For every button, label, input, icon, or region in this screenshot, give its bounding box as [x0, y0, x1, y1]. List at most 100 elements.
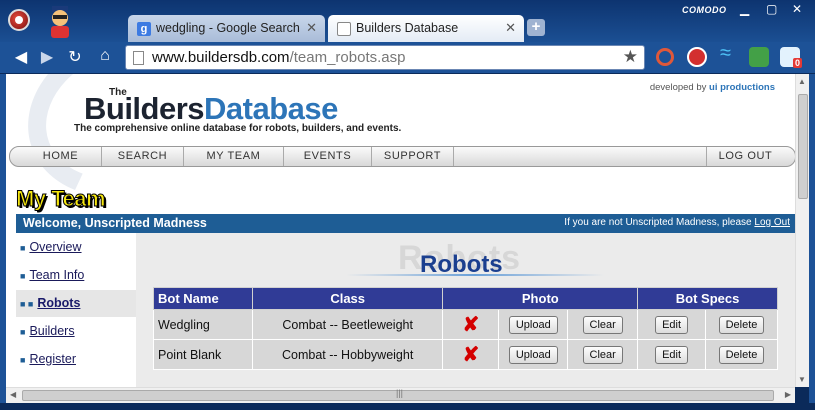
clear-button[interactable]: Clear — [582, 315, 623, 334]
window-frame-bottom — [0, 403, 815, 410]
scroll-up-icon[interactable]: ▲ — [798, 77, 806, 86]
scroll-grip-icon: ||| — [396, 388, 404, 398]
window-frame-right — [809, 74, 815, 403]
no-photo-x-icon: ✘ — [462, 343, 480, 366]
edit-button[interactable]: Edit — [655, 315, 689, 334]
url-text[interactable]: www.buildersdb.com/team_robots.asp — [152, 49, 405, 66]
delete-button[interactable]: Delete — [718, 345, 765, 364]
tab-builders-database[interactable]: Builders Database ✕ — [328, 15, 524, 42]
horizontal-scrollbar[interactable]: ◀ ||| ▶ — [6, 387, 795, 403]
photo-missing-cell: ✘ — [442, 339, 500, 370]
bullet-icon: ■ — [20, 355, 26, 365]
table-row: Point Blank Combat -- Hobbyweight ✘ Uplo… — [153, 339, 778, 370]
address-bar[interactable]: www.buildersdb.com/team_robots.asp ★ — [125, 45, 645, 70]
bullet-icon: ■ ■ — [20, 299, 34, 309]
close-tab-icon[interactable]: ✕ — [306, 20, 317, 36]
delete-cell: Delete — [705, 339, 778, 370]
sidebar-item-register[interactable]: ■ Register — [16, 346, 136, 373]
upload-button[interactable]: Upload — [508, 315, 558, 334]
photo-missing-cell: ✘ — [442, 309, 500, 340]
extension-grid-icon[interactable] — [749, 47, 769, 67]
nav-my-team[interactable]: MY TEAM — [184, 147, 284, 166]
nav-log-out[interactable]: LOG OUT — [706, 147, 784, 166]
clear-cell: Clear — [567, 339, 639, 370]
close-tab-icon[interactable]: ✕ — [505, 20, 516, 36]
column-header-bot-name: Bot Name — [153, 287, 253, 310]
developer-credit: developed by ui productions — [649, 82, 775, 93]
vertical-scroll-thumb[interactable] — [798, 94, 808, 199]
upload-cell: Upload — [498, 309, 569, 340]
horizontal-scroll-thumb[interactable]: ||| — [22, 388, 774, 401]
site-tagline: The comprehensive online database for ro… — [74, 123, 402, 134]
nav-support[interactable]: SUPPORT — [372, 147, 454, 166]
google-favicon-icon: g — [137, 22, 151, 36]
tab-title: wedgling - Google Search — [156, 21, 300, 35]
edit-cell: Edit — [637, 339, 707, 370]
welcome-text: Welcome, Unscripted Madness — [23, 216, 207, 230]
sidebar-item-builders[interactable]: ■ Builders — [16, 318, 136, 345]
page-favicon-icon — [337, 22, 351, 36]
edit-button[interactable]: Edit — [655, 345, 689, 364]
column-header-photo: Photo — [442, 287, 639, 310]
heading-underline — [346, 274, 604, 276]
minimize-icon[interactable]: ▁ — [740, 2, 749, 16]
sidebar-item-team-info[interactable]: ■ Team Info — [16, 262, 136, 289]
page-viewport: The BuildersDatabase The comprehensive o… — [6, 74, 795, 387]
sidebar-item-robots[interactable]: ■ ■ Robots — [16, 290, 136, 317]
home-icon[interactable]: ⌂ — [94, 47, 116, 65]
extension-badge: 0 — [793, 58, 803, 68]
column-header-bot-specs: Bot Specs — [637, 287, 778, 310]
nav-home[interactable]: HOME — [20, 147, 102, 166]
no-photo-x-icon: ✘ — [462, 313, 480, 336]
forward-arrow-icon[interactable]: ▶ — [36, 47, 58, 67]
delete-cell: Delete — [705, 309, 778, 340]
extension-ring-icon[interactable] — [656, 48, 674, 66]
maximize-icon[interactable]: ▢ — [766, 2, 777, 16]
table-header-row: Bot Name Class Photo Bot Specs — [153, 287, 778, 310]
extension-stop-icon[interactable] — [687, 47, 707, 67]
tab-title: Builders Database — [356, 21, 459, 35]
site-nav-bar: HOME SEARCH MY TEAM EVENTS SUPPORT LOG O… — [9, 146, 795, 167]
sidebar-item-overview[interactable]: ■ Overview — [16, 234, 136, 261]
robots-table: Bot Name Class Photo Bot Specs Wedgling … — [153, 287, 778, 370]
team-sidebar: ■ Overview ■ Team Info ■ ■ Robots ■ Builders… — [16, 233, 136, 387]
browser-tab-bar: g wedgling - Google Search ✕ Builders Da… — [0, 0, 815, 42]
nav-search[interactable]: SEARCH — [102, 147, 184, 166]
robots-panel: Robots Robots Bot Name Class Photo Bot S… — [136, 233, 795, 387]
bullet-icon: ■ — [20, 327, 26, 337]
upload-button[interactable]: Upload — [508, 345, 558, 364]
welcome-bar: Welcome, Unscripted Madness If you are n… — [16, 214, 795, 233]
upload-cell: Upload — [498, 339, 569, 370]
log-out-link[interactable]: Log Out — [754, 217, 790, 228]
table-row: Wedgling Combat -- Beetleweight ✘ Upload… — [153, 309, 778, 340]
page-icon — [133, 51, 144, 65]
browser-brand: COMODO — [682, 5, 727, 15]
scroll-left-icon[interactable]: ◀ — [10, 390, 16, 399]
vertical-scrollbar[interactable]: ▲ ▼ — [795, 74, 809, 387]
bot-class-cell: Combat -- Hobbyweight — [251, 339, 444, 370]
close-window-icon[interactable]: ✕ — [792, 2, 802, 16]
site-logo[interactable]: BuildersDatabase — [84, 91, 338, 127]
scroll-down-icon[interactable]: ▼ — [798, 375, 806, 384]
tab-google-search[interactable]: g wedgling - Google Search ✕ — [128, 15, 325, 42]
browser-menu-icon[interactable] — [8, 9, 30, 31]
extension-wave-icon[interactable] — [718, 42, 738, 67]
not-user-notice: If you are not Unscripted Madness, pleas… — [564, 217, 790, 228]
delete-button[interactable]: Delete — [718, 315, 765, 334]
bot-name-cell: Wedgling — [153, 309, 253, 340]
nav-events[interactable]: EVENTS — [284, 147, 372, 166]
edit-cell: Edit — [637, 309, 707, 340]
clear-button[interactable]: Clear — [582, 345, 623, 364]
scroll-right-icon[interactable]: ▶ — [785, 390, 791, 399]
clear-cell: Clear — [567, 309, 639, 340]
bullet-icon: ■ — [20, 271, 26, 281]
mascot-avatar-icon — [51, 6, 69, 38]
column-header-class: Class — [251, 287, 444, 310]
new-tab-button[interactable]: + — [527, 19, 545, 36]
bullet-icon: ■ — [20, 243, 26, 253]
bookmark-star-icon[interactable]: ★ — [623, 47, 638, 67]
back-arrow-icon[interactable]: ◀ — [10, 47, 32, 67]
bot-class-cell: Combat -- Beetleweight — [251, 309, 444, 340]
reload-icon[interactable]: ↻ — [64, 47, 86, 67]
bot-name-cell: Point Blank — [153, 339, 253, 370]
